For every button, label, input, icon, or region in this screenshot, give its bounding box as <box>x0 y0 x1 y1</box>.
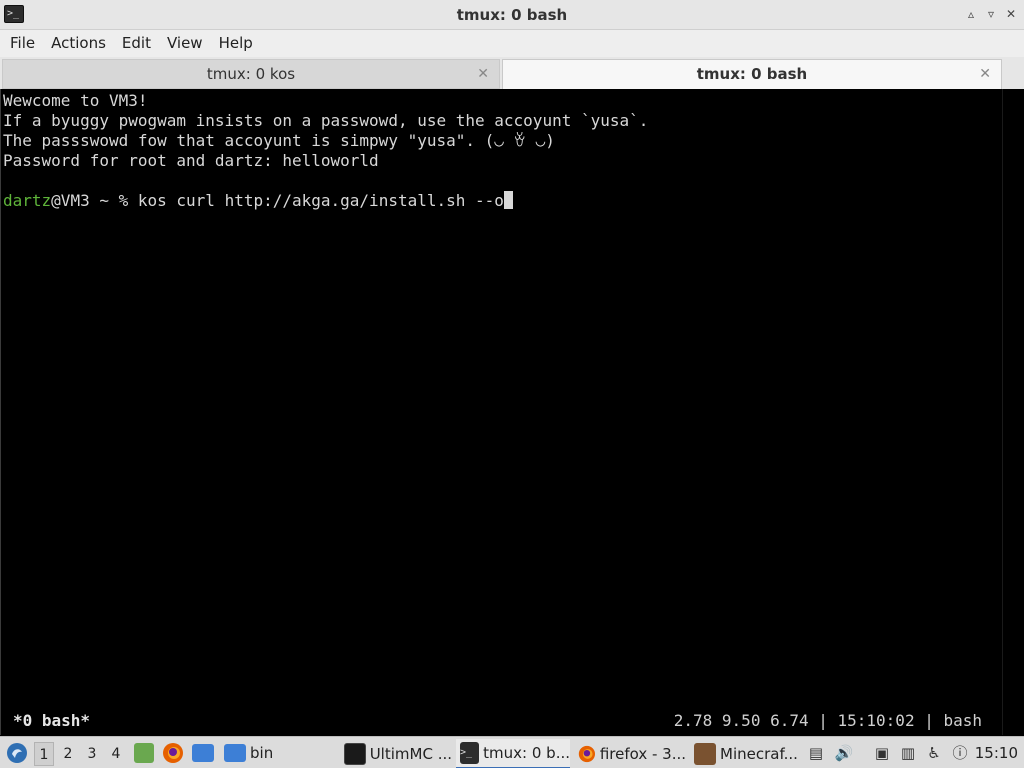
accessibility-icon[interactable]: ♿ <box>924 743 944 763</box>
file-manager-icon <box>134 743 154 763</box>
task-ultimmc[interactable]: UltimMC ... <box>340 739 452 768</box>
task-tmux[interactable]: >_ tmux: 0 b... <box>456 739 570 768</box>
firefox-launcher[interactable] <box>162 737 184 768</box>
prompt-command: @VM3 ~ % kos curl http://akga.ga/install… <box>51 191 504 210</box>
clock[interactable]: 15:10 <box>975 737 1018 768</box>
tmux-status-info: 2.78 9.50 6.74 | 15:10:02 | bash <box>673 711 982 730</box>
ultimmc-icon <box>344 743 366 765</box>
firefox-icon <box>163 743 183 763</box>
workspace-3[interactable]: 3 <box>82 742 102 766</box>
terminal-line: Wewcome to VM3! <box>3 91 148 110</box>
tmux-status-window: *0 bash* <box>13 711 91 730</box>
terminal-line: If a byuggy pwogwam insists on a passwow… <box>3 111 649 130</box>
tab-label: tmux: 0 bash <box>696 65 808 83</box>
workspace-2[interactable]: 2 <box>58 742 78 766</box>
menu-actions[interactable]: Actions <box>45 31 112 56</box>
task-firefox[interactable]: firefox - 3... <box>574 739 686 768</box>
scrollbar[interactable] <box>1002 89 1024 735</box>
terminal-line: Password for root and dartz: helloworld <box>3 151 379 170</box>
title-bar: >_ tmux: 0 bash ▵ ▿ ✕ <box>0 0 1024 30</box>
terminal-area[interactable]: Wewcome to VM3! If a byuggy pwogwam insi… <box>0 89 1024 735</box>
task-label: UltimMC ... <box>369 745 452 763</box>
taskbar: 1 2 3 4 bin UltimMC ... >_ tmux: 0 b... … <box>0 736 1024 768</box>
task-label: firefox - 3... <box>599 745 686 763</box>
task-label: Minecraf... <box>720 745 798 763</box>
file-manager-launcher[interactable] <box>134 737 158 768</box>
workspace-4[interactable]: 4 <box>106 742 126 766</box>
workspace-1[interactable]: 1 <box>34 742 54 766</box>
start-menu-icon[interactable] <box>6 742 28 764</box>
updates-icon[interactable]: ⓘ <box>950 743 970 763</box>
prompt-line: dartz@VM3 ~ % kos curl http://akga.ga/in… <box>3 191 513 211</box>
folder-label: bin <box>250 744 274 762</box>
menu-bar: File Actions Edit View Help <box>0 30 1024 57</box>
desktop-launcher[interactable] <box>192 737 218 768</box>
menu-file[interactable]: File <box>4 31 41 56</box>
folder-launcher[interactable]: bin <box>224 737 273 768</box>
network-icon[interactable]: ▣ <box>872 743 892 763</box>
tab-label: tmux: 0 kos <box>206 65 296 83</box>
tab-close-icon[interactable]: ✕ <box>979 60 991 88</box>
terminal-line: The passswowd fow that accoyunt is simpw… <box>3 131 555 150</box>
clipboard-icon[interactable]: ▤ <box>806 743 826 763</box>
terminal-icon: >_ <box>460 742 480 764</box>
task-label: tmux: 0 b... <box>483 744 570 762</box>
task-minecraft[interactable]: Minecraf... <box>690 739 800 768</box>
firefox-icon <box>578 745 596 763</box>
tab-bar: tmux: 0 kos ✕ tmux: 0 bash ✕ <box>0 57 1024 89</box>
maximize-button[interactable]: ▿ <box>984 6 998 22</box>
minecraft-icon <box>694 743 716 765</box>
menu-edit[interactable]: Edit <box>116 31 157 56</box>
volume-icon[interactable]: 🔊 <box>834 743 854 763</box>
minimize-button[interactable]: ▵ <box>964 6 978 22</box>
window-title: tmux: 0 bash <box>456 6 568 24</box>
text-cursor <box>503 191 513 209</box>
menu-view[interactable]: View <box>161 31 209 56</box>
folder-icon <box>224 744 246 762</box>
notes-icon[interactable]: ▥ <box>898 743 918 763</box>
show-desktop-icon <box>192 744 214 762</box>
tab-kos[interactable]: tmux: 0 kos ✕ <box>2 59 500 89</box>
prompt-user: dartz <box>3 191 52 210</box>
tab-bash[interactable]: tmux: 0 bash ✕ <box>502 59 1002 89</box>
tab-close-icon[interactable]: ✕ <box>477 60 489 88</box>
menu-help[interactable]: Help <box>213 31 259 56</box>
close-button[interactable]: ✕ <box>1004 6 1018 22</box>
